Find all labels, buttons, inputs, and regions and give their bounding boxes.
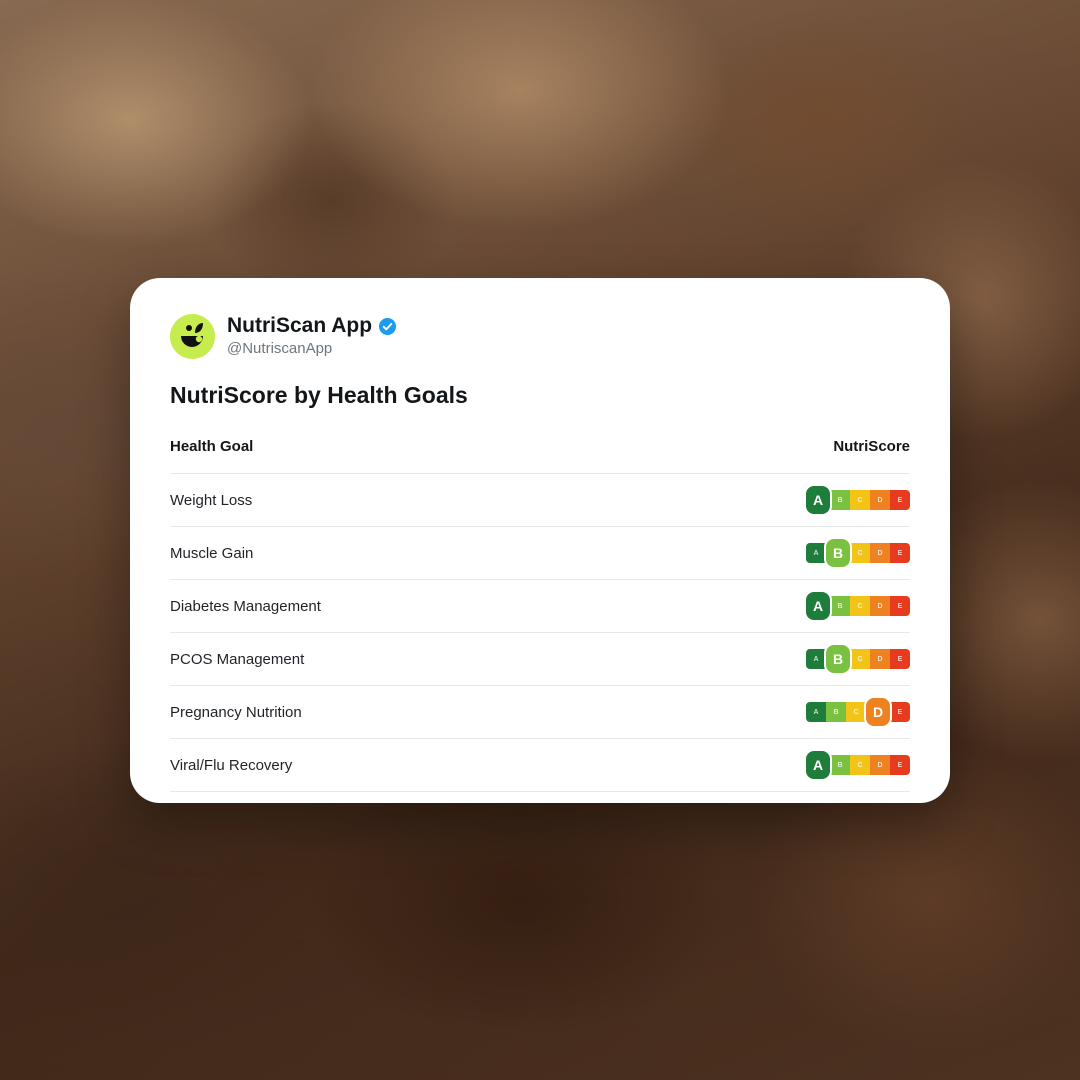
nutriscore-grade-e: E xyxy=(890,702,910,722)
nutriscore-grade-d: D xyxy=(870,543,890,563)
nutriscore-grade-d: D xyxy=(870,596,890,616)
post-card: NutriScan App @NutriscanApp NutriScore b… xyxy=(130,278,950,803)
nutriscore-grade-c: C xyxy=(846,702,866,722)
health-goal-label: Muscle Gain xyxy=(170,544,254,562)
health-goal-label: Viral/Flu Recovery xyxy=(170,756,293,774)
header-nutriscore: NutriScore xyxy=(833,437,910,455)
table-row: Diabetes Management A B C D E xyxy=(170,580,910,633)
table-row: Muscle Gain A B C D E xyxy=(170,527,910,580)
nutriscore-badge: ABCDE xyxy=(806,539,910,567)
health-goal-label: Weight Loss xyxy=(170,491,253,509)
nutriscore-grade-b: B xyxy=(826,702,846,722)
header-health-goal: Health Goal xyxy=(170,437,254,455)
nutriscore-grade-b: B xyxy=(830,490,850,510)
nutriscore-badge: ABCDE xyxy=(806,698,910,726)
nutriscore-grade-e: E xyxy=(890,543,910,563)
table-header: Health Goal NutriScore xyxy=(170,431,910,474)
avatar[interactable] xyxy=(170,313,215,359)
nutriscore-grade-a: A xyxy=(806,649,826,669)
nutriscore-grade-e: E xyxy=(890,755,910,775)
health-goal-label: PCOS Management xyxy=(170,650,305,668)
account-names: NutriScan App @NutriscanApp xyxy=(227,314,397,358)
nutriscore-grade-b: B xyxy=(826,539,850,567)
table-row: Weight Loss A B C D E xyxy=(170,474,910,527)
table-row: Pregnancy Nutrition A B C D E xyxy=(170,686,910,739)
nutriscore-grade-d: D xyxy=(870,755,890,775)
verified-badge-icon xyxy=(379,317,397,335)
nutriscore-badge: ABCDE xyxy=(806,751,910,779)
nutriscan-logo-icon xyxy=(181,322,203,347)
nutriscore-grade-c: C xyxy=(850,649,870,669)
nutriscore-grade-d: D xyxy=(870,490,890,510)
health-goals-table: Health Goal NutriScore Weight Loss A B C D E M… xyxy=(170,431,910,792)
nutriscore-grade-b: B xyxy=(830,596,850,616)
nutriscore-grade-b: B xyxy=(826,645,850,673)
nutriscore-grade-a: A xyxy=(806,702,826,722)
nutriscore-badge: ABCDE xyxy=(806,645,910,673)
account-handle[interactable]: @NutriscanApp xyxy=(227,339,397,358)
display-name[interactable]: NutriScan App xyxy=(227,314,372,338)
nutriscore-grade-a: A xyxy=(806,751,830,779)
nutriscore-grade-e: E xyxy=(890,649,910,669)
nutriscore-grade-c: C xyxy=(850,490,870,510)
health-goal-label: Pregnancy Nutrition xyxy=(170,703,302,721)
nutriscore-grade-d: D xyxy=(870,649,890,669)
nutriscore-grade-a: A xyxy=(806,543,826,563)
nutriscore-grade-a: A xyxy=(806,486,830,514)
table-row: Viral/Flu Recovery A B C D E xyxy=(170,739,910,792)
nutriscore-grade-e: E xyxy=(890,596,910,616)
health-goal-label: Diabetes Management xyxy=(170,597,321,615)
nutriscore-grade-d: D xyxy=(866,698,890,726)
nutriscore-grade-c: C xyxy=(850,596,870,616)
nutriscore-badge: ABCDE xyxy=(806,592,910,620)
table-body: Weight Loss A B C D E Muscle Gain A B C D E Diabetes… xyxy=(170,474,910,792)
table-row: PCOS Management A B C D E xyxy=(170,633,910,686)
nutriscore-grade-c: C xyxy=(850,755,870,775)
nutriscore-badge: ABCDE xyxy=(806,486,910,514)
post-title: NutriScore by Health Goals xyxy=(170,382,468,408)
nutriscore-grade-c: C xyxy=(850,543,870,563)
nutriscore-grade-a: A xyxy=(806,592,830,620)
name-row: NutriScan App xyxy=(227,314,397,338)
post-header: NutriScan App @NutriscanApp xyxy=(170,313,910,359)
nutriscore-grade-b: B xyxy=(830,755,850,775)
nutriscore-grade-e: E xyxy=(890,490,910,510)
